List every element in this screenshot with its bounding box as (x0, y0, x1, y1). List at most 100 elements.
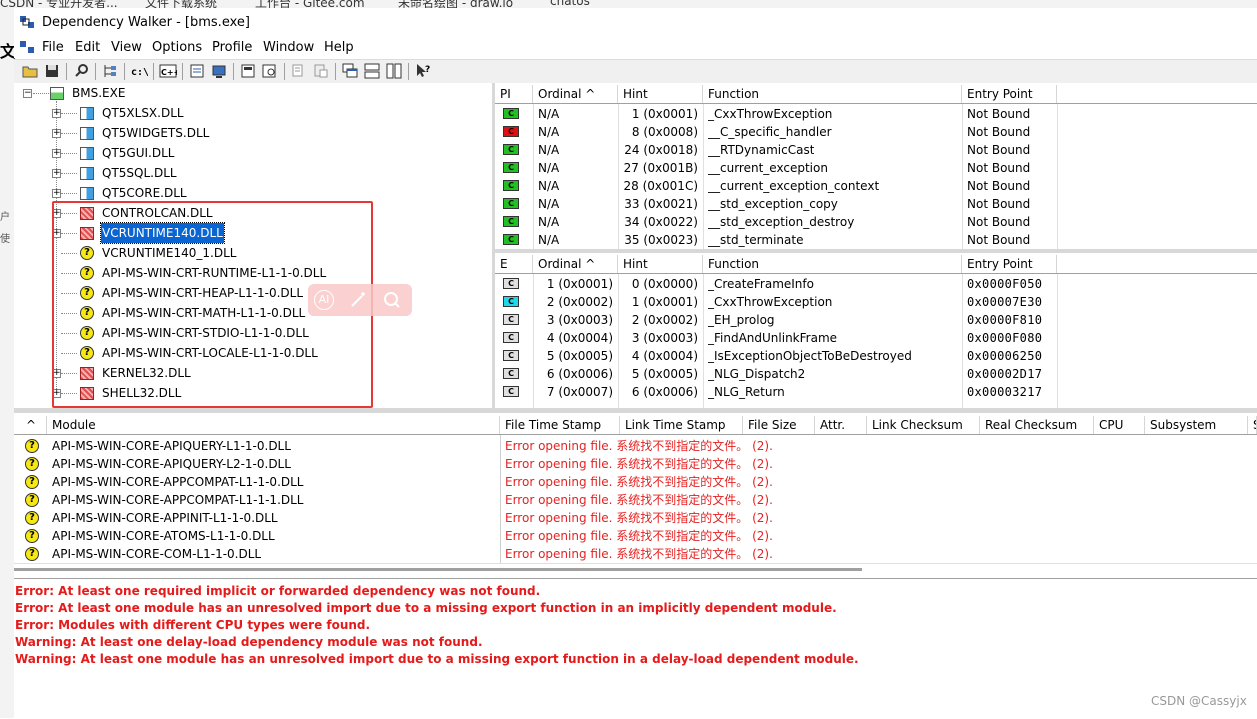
imports-col-pi[interactable]: PI (495, 85, 533, 103)
expand-toggle[interactable]: + (52, 169, 61, 178)
expand-toggle[interactable]: + (52, 189, 61, 198)
tree-item[interactable]: + QT5CORE.DLL (14, 183, 492, 203)
module-list-icon[interactable] (239, 62, 257, 80)
magic-wand-icon[interactable] (348, 290, 368, 310)
browser-tab-2[interactable]: 文件下载系统 (145, 0, 217, 8)
modules-col-symbols[interactable]: Sym (1248, 416, 1257, 434)
export-row[interactable]: C 6 (0x0006) 5 (0x0005) _NLG_Dispatch2 0x000… (495, 365, 1257, 383)
module-row[interactable]: ? API-MS-WIN-CORE-ATOMS-L1-1-0.DLL Error o… (14, 527, 1257, 545)
browser-tab-5[interactable]: chatos (550, 0, 590, 8)
module-row[interactable]: ? API-MS-WIN-CORE-APPCOMPAT-L1-1-0.DLL Err… (14, 473, 1257, 491)
browser-tab-4[interactable]: 未命名绘图 - draw.io (398, 0, 513, 8)
log-line-1: Error: At least one required implicit or… (15, 584, 541, 598)
import-row[interactable]: C N/A 28 (0x001C) __current_exception_conte… (495, 177, 1257, 195)
export-row[interactable]: C 1 (0x0001) 0 (0x0000) _CreateFrameInfo 0x0… (495, 275, 1257, 293)
tile-horizontal-icon[interactable] (363, 62, 381, 80)
modules-col-cpu[interactable]: CPU (1094, 416, 1145, 434)
browser-tab-3[interactable]: 工作台 - Gitee.com (255, 0, 365, 8)
import-row[interactable]: C N/A 35 (0x0023) __std_terminate Not Bound (495, 231, 1257, 249)
module-row[interactable]: ? API-MS-WIN-CORE-APIQUERY-L1-1-0.DLL Erro… (14, 437, 1257, 455)
import-function: __current_exception_context (708, 179, 880, 193)
modules-col-attr[interactable]: Attr. (815, 416, 867, 434)
menu-options[interactable]: Options (152, 40, 202, 55)
scrollbar-thumb[interactable] (14, 568, 862, 571)
horizontal-scrollbar[interactable] (14, 563, 1257, 578)
browser-tab-1[interactable]: CSDN - 专业开发者... (0, 0, 118, 8)
expand-toggle[interactable]: + (52, 109, 61, 118)
ai-button[interactable]: AI (314, 290, 334, 310)
exports-col-e[interactable]: E (495, 255, 533, 273)
expand-toggle[interactable]: + (52, 129, 61, 138)
menu-edit[interactable]: Edit (75, 40, 100, 55)
imports-col-ordinal[interactable]: Ordinal ^ (533, 85, 618, 103)
menu-file[interactable]: File (42, 40, 64, 55)
properties-icon[interactable] (188, 62, 206, 80)
tile-vertical-icon[interactable] (385, 62, 403, 80)
modules-col-real-checksum[interactable]: Real Checksum (980, 416, 1094, 434)
collapse-toggle[interactable]: − (23, 89, 32, 98)
import-row[interactable]: C N/A 34 (0x0022) __std_exception_destroy No… (495, 213, 1257, 231)
imports-col-hint[interactable]: Hint (618, 85, 703, 103)
module-row[interactable]: ? API-MS-WIN-CORE-APPCOMPAT-L1-1-1.DLL Err… (14, 491, 1257, 509)
menu-help[interactable]: Help (324, 40, 354, 55)
exports-col-function[interactable]: Function (703, 255, 962, 273)
zoom-icon[interactable] (261, 62, 279, 80)
tree-item[interactable]: + QT5SQL.DLL (14, 163, 492, 183)
imports-col-function[interactable]: Function (703, 85, 962, 103)
find-icon[interactable] (73, 62, 91, 80)
exports-col-entry[interactable]: Entry Point (962, 255, 1057, 273)
export-row[interactable]: C 4 (0x0004) 3 (0x0003) _FindAndUnlinkFrame… (495, 329, 1257, 347)
modules-col-link-checksum[interactable]: Link Checksum (867, 416, 980, 434)
modules-col-file-size[interactable]: File Size (743, 416, 815, 434)
modules-col-link-time[interactable]: Link Time Stamp (620, 416, 743, 434)
expand-toggle[interactable]: + (52, 149, 61, 158)
import-entry-point: Not Bound (967, 179, 1031, 193)
modules-col-subsystem[interactable]: Subsystem (1145, 416, 1248, 434)
tree-item[interactable]: + QT5GUI.DLL (14, 143, 492, 163)
module-row[interactable]: ? API-MS-WIN-CORE-COM-L1-1-0.DLL Error ope… (14, 545, 1257, 563)
export-row[interactable]: C 2 (0x0002) 1 (0x0001) _CxxThrowException 0… (495, 293, 1257, 311)
exports-header: E Ordinal ^ Hint Function Entry Point (495, 255, 1257, 274)
open-folder-icon[interactable] (21, 62, 39, 80)
export-row[interactable]: C 3 (0x0003) 2 (0x0002) _EH_prolog 0x0000F81… (495, 311, 1257, 329)
tree-item[interactable]: + QT5WIDGETS.DLL (14, 123, 492, 143)
export-function: _FindAndUnlinkFrame (708, 331, 838, 345)
expand-tree-icon[interactable] (101, 62, 119, 80)
import-row[interactable]: C N/A 1 (0x0001) _CxxThrowException Not Boun… (495, 105, 1257, 123)
tree-item[interactable]: + QT5XLSX.DLL (14, 103, 492, 123)
import-row[interactable]: C N/A 8 (0x0008) __C_specific_handler Not Bo… (495, 123, 1257, 141)
modules-col-sort[interactable]: ^ (14, 416, 47, 434)
tree-item-label: QT5CORE.DLL (102, 186, 187, 200)
tree-root-item[interactable]: − BMS.EXE (14, 83, 492, 103)
import-row[interactable]: C N/A 27 (0x001B) __current_exception Not Bo… (495, 159, 1257, 177)
imports-col-entry[interactable]: Entry Point (962, 85, 1057, 103)
paste-icon[interactable] (312, 62, 330, 80)
modules-col-file-time[interactable]: File Time Stamp (500, 416, 620, 434)
toolbar-separator (153, 63, 154, 80)
system-info-icon[interactable] (210, 62, 228, 80)
import-row[interactable]: C N/A 24 (0x0018) __RTDynamicCast Not Bound (495, 141, 1257, 159)
menu-profile[interactable]: Profile (212, 40, 252, 55)
exports-col-ordinal[interactable]: Ordinal ^ (533, 255, 618, 273)
modules-col-module[interactable]: Module (47, 416, 500, 434)
module-row[interactable]: ? API-MS-WIN-CORE-APPINIT-L1-1-0.DLL Error… (14, 509, 1257, 527)
full-paths-icon[interactable]: c:\ (130, 62, 148, 80)
exports-col-hint[interactable]: Hint (618, 255, 703, 273)
menu-view[interactable]: View (111, 40, 142, 55)
export-row[interactable]: C 5 (0x0005) 4 (0x0004) _IsExceptionObjectT… (495, 347, 1257, 365)
export-type-icon: C (503, 368, 519, 379)
search-icon[interactable] (382, 290, 402, 310)
svg-text:c:\: c:\ (131, 67, 148, 78)
export-row[interactable]: C 7 (0x0007) 6 (0x0006) _NLG_Return 0x000032… (495, 383, 1257, 401)
copy-icon[interactable] (290, 62, 308, 80)
module-name: API-MS-WIN-CORE-COM-L1-1-0.DLL (52, 547, 262, 561)
cascade-icon[interactable] (341, 62, 359, 80)
module-row[interactable]: ? API-MS-WIN-CORE-APIQUERY-L2-1-0.DLL Erro… (14, 455, 1257, 473)
save-icon[interactable] (43, 62, 61, 80)
undecorate-cpp-icon[interactable]: C++ (159, 62, 177, 80)
context-help-icon[interactable]: ? (414, 62, 432, 80)
export-type-icon: C (503, 278, 519, 289)
exe-module-icon (50, 87, 64, 100)
menu-window[interactable]: Window (263, 40, 314, 55)
import-row[interactable]: C N/A 33 (0x0021) __std_exception_copy Not B… (495, 195, 1257, 213)
